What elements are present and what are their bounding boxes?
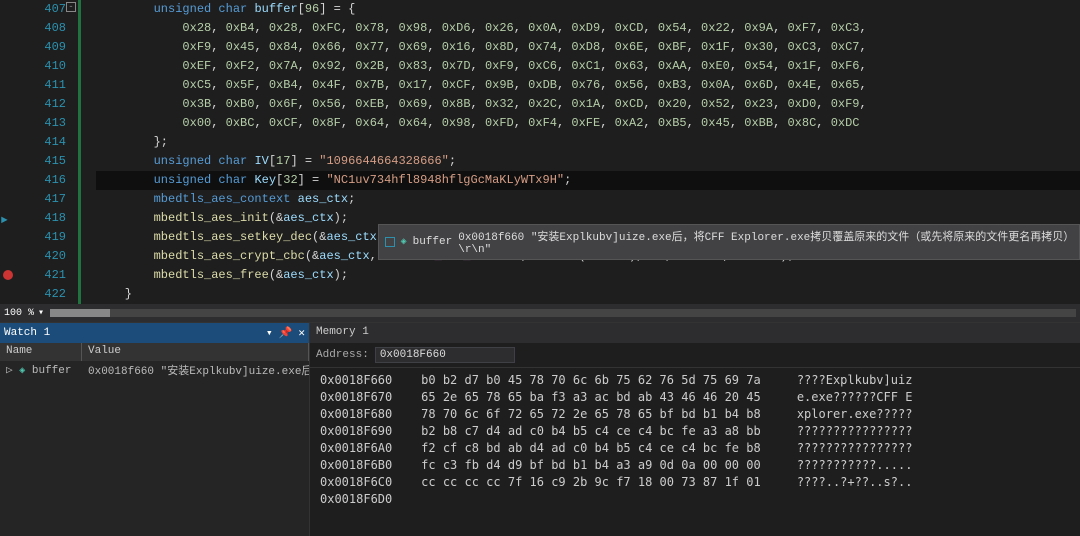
watch-col-value: Value (82, 343, 309, 361)
code-line[interactable]: 0x00, 0xBC, 0xCF, 0x8F, 0x64, 0x64, 0x98… (96, 114, 1080, 133)
address-input[interactable] (375, 347, 515, 363)
code-line[interactable]: unsigned char IV[17] = "1096644664328666… (96, 152, 1080, 171)
code-line[interactable]: 0xC5, 0x5F, 0xB4, 0x4F, 0x7B, 0x17, 0xCF… (96, 76, 1080, 95)
pin-icon[interactable]: 📌 (279, 326, 293, 340)
code-line[interactable]: 0x28, 0xB4, 0x28, 0xFC, 0x78, 0x98, 0xD6… (96, 19, 1080, 38)
code-line[interactable]: unsigned char Key[32] = "NC1uv734hfl8948… (96, 171, 1080, 190)
code-line[interactable]: } (96, 285, 1080, 304)
zoom-value: 100 % (4, 308, 34, 319)
memory-dump[interactable]: 0x0018F660 b0 b2 d7 b0 45 78 70 6c 6b 75… (310, 368, 1080, 512)
memory-title[interactable]: Memory 1 (310, 323, 1080, 343)
watch-title: Watch 1 (4, 327, 50, 339)
memory-address-bar[interactable]: Address: (310, 343, 1080, 368)
tooltip-var: buffer (413, 236, 453, 248)
close-icon[interactable]: ✕ (298, 326, 305, 340)
watch-titlebar[interactable]: Watch 1 ▾ 📌 ✕ (0, 323, 309, 343)
zoom-bar[interactable]: 100 % ▾ (0, 304, 1080, 322)
line-number-gutter: 407-408409410411412413414415416417418►41… (0, 0, 78, 304)
watch-col-name: Name (0, 343, 82, 361)
address-label: Address: (316, 349, 369, 361)
code-line[interactable]: mbedtls_aes_free(&aes_ctx); (96, 266, 1080, 285)
code-editor[interactable]: 407-408409410411412413414415416417418►41… (0, 0, 1080, 304)
watch-row[interactable]: ▷ ◈ buffer0x0018f660 "安装Explkubv]uize.ex… (0, 361, 309, 379)
horizontal-scrollbar[interactable] (50, 309, 1076, 317)
code-line[interactable]: 0xEF, 0xF2, 0x7A, 0x92, 0x2B, 0x83, 0x7D… (96, 57, 1080, 76)
memory-panel[interactable]: Memory 1 Address: 0x0018F660 b0 b2 d7 b0… (310, 323, 1080, 536)
code-line[interactable]: unsigned char buffer[96] = { (96, 0, 1080, 19)
code-line[interactable]: mbedtls_aes_context aes_ctx; (96, 190, 1080, 209)
dropdown-icon[interactable]: ▾ (266, 326, 273, 340)
debug-tooltip: ◈ buffer 0x0018f660 "安装Explkubv]uize.exe… (378, 224, 1080, 260)
code-line[interactable]: }; (96, 133, 1080, 152)
watch-panel[interactable]: Watch 1 ▾ 📌 ✕ Name Value ▷ ◈ buffer0x001… (0, 323, 310, 536)
code-line[interactable]: 0xF9, 0x45, 0x84, 0x66, 0x77, 0x69, 0x16… (96, 38, 1080, 57)
tooltip-val: 0x0018f660 "安装Explkubv]uize.exe后，将CFF Ex… (458, 228, 1073, 256)
watch-header: Name Value (0, 343, 309, 361)
code-line[interactable]: 0x3B, 0xB0, 0x6F, 0x56, 0xEB, 0x69, 0x8B… (96, 95, 1080, 114)
